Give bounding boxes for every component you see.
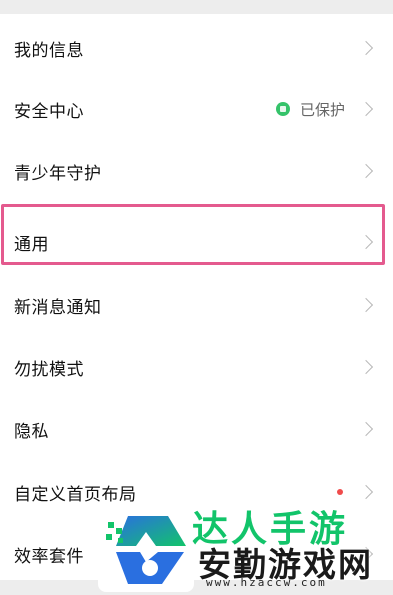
settings-item-my-info[interactable]: 我的信息 xyxy=(0,17,393,79)
chevron-right-icon xyxy=(358,359,374,375)
settings-item-teen-protection[interactable]: 青少年守护 xyxy=(0,140,393,202)
settings-item-do-not-disturb[interactable]: 勿扰模式 xyxy=(0,336,393,398)
chevron-right-icon xyxy=(358,163,374,179)
settings-item-new-message-notifications[interactable]: 新消息通知 xyxy=(0,274,393,336)
settings-item-general[interactable]: 通用 xyxy=(0,211,393,273)
settings-item-label: 我的信息 xyxy=(14,40,84,61)
chevron-right-icon xyxy=(358,484,374,500)
watermark-logo-icon xyxy=(98,506,194,592)
chevron-right-icon xyxy=(358,101,374,117)
watermark-url: www.hzaccw.com xyxy=(206,576,327,589)
chevron-right-icon xyxy=(358,297,374,313)
settings-item-privacy[interactable]: 隐私 xyxy=(0,398,393,460)
settings-item-label: 新消息通知 xyxy=(14,297,102,318)
settings-item-security-center[interactable]: 安全中心 已保护 xyxy=(0,78,393,140)
chevron-right-icon xyxy=(358,234,374,250)
chevron-right-icon xyxy=(358,421,374,437)
security-status-text: 已保护 xyxy=(299,100,345,119)
top-spacer xyxy=(0,0,393,14)
lock-icon xyxy=(275,102,290,116)
settings-item-label: 隐私 xyxy=(14,421,49,442)
settings-item-label: 青少年守护 xyxy=(14,163,102,184)
settings-item-label: 安全中心 xyxy=(14,101,84,122)
notification-dot xyxy=(337,489,343,495)
watermark: 达人手游 安勤游戏网 www.hzaccw.com xyxy=(94,498,393,595)
settings-item-label: 通用 xyxy=(14,234,49,255)
chevron-right-icon xyxy=(358,40,374,56)
security-status: 已保护 xyxy=(275,99,345,120)
settings-item-label: 勿扰模式 xyxy=(14,359,84,380)
